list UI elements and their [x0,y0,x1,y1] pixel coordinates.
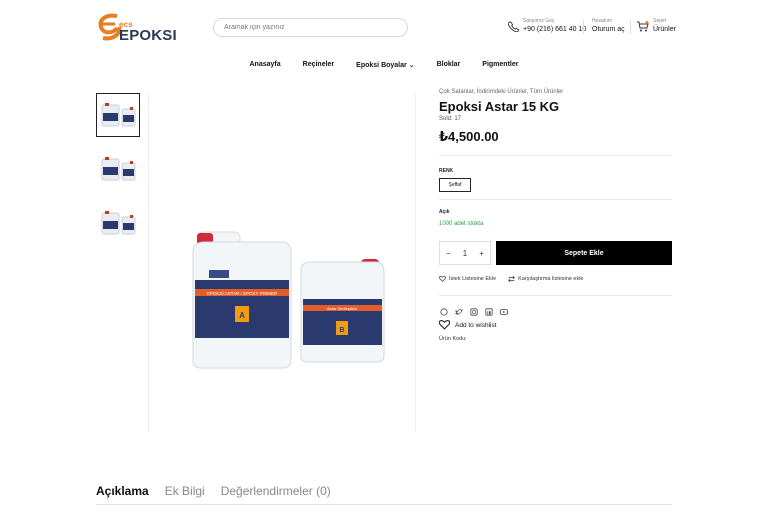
phone-contact[interactable]: Satışımız Geç +90 (216) 661 40 10 [508,18,586,35]
product-thumbnail-image [101,103,136,127]
cart-label: Sepet [653,18,667,24]
heart-icon [439,276,446,282]
whatsapp-icon[interactable] [439,307,448,316]
option-swatch-seffaf[interactable]: Şeffaf [439,178,471,192]
compare-action-label: Karşılaştırma listesine ekle [518,276,584,282]
tab-reviews[interactable]: Değerlendirmeler (0) [221,484,331,498]
main-product-image[interactable]: EPOKSİ ASTAR / EPOXY PRIMER A Astar Sert… [148,92,416,432]
linkedin-icon[interactable] [484,307,493,316]
product-tabs: Açıklama Ek Bilgi Değerlendirmeler (0) [96,484,331,498]
product-code: Ürün Kodu: [439,336,467,342]
quantity-increase-button[interactable]: + [479,249,484,258]
tabs-divider [96,504,672,505]
phone-number: +90 (216) 661 40 10 [523,26,587,33]
big-can-label: EPOKSİ ASTAR / EPOXY PRIMER [207,290,278,296]
option-label: RENK [439,168,454,174]
small-can-mark: B [339,327,344,334]
product-photo: EPOKSİ ASTAR / EPOXY PRIMER A Astar Sert… [192,231,385,369]
stock-status: 1000 adet stokta [439,221,484,227]
divider [439,295,672,296]
main-nav: Anasayfa Reçineler Epoksi Boyalar ⌄ Blok… [0,61,768,69]
social-share [439,307,508,316]
cart-icon [637,21,649,32]
thumbnail-2[interactable] [96,147,140,191]
phone-icon [508,21,519,32]
twitter-icon[interactable] [454,307,463,316]
nav-item-blocks[interactable]: Bloklar [437,61,461,69]
youtube-icon[interactable] [499,307,508,316]
product-thumbnail-image [101,211,136,235]
product-thumbnail-image [101,157,136,181]
big-can-mark: A [239,311,245,320]
tab-additional-info[interactable]: Ek Bilgi [165,484,205,498]
heart-icon [439,320,450,330]
divider [439,155,672,156]
add-to-wishlist-link[interactable]: Add to wishlist [439,320,497,330]
divider [439,199,672,200]
quantity-stepper: − 1 + [439,241,491,265]
nav-item-epoxy-paints[interactable]: Epoksi Boyalar ⌄ [356,61,414,69]
nav-item-pigments[interactable]: Pigmentler [482,61,518,69]
quantity-value[interactable]: 1 [463,249,467,258]
tab-description[interactable]: Açıklama [96,484,149,498]
nav-item-resins[interactable]: Reçineler [303,61,335,69]
thumbnail-3[interactable] [96,201,140,245]
header-divider [630,20,631,34]
header-divider [583,20,584,34]
cart-action: Ürünler [653,26,676,33]
compare-icon [508,276,515,282]
product-actions: İstek Listesine Ekle Karşılaştırma liste… [439,276,584,282]
sold-count: Sold: 17 [439,116,462,122]
account-link[interactable]: Hesabım Oturum aç [592,18,625,35]
quantity-decrease-button[interactable]: − [446,249,451,258]
stock-label: Açık [439,209,450,215]
add-to-wishlist-label: Add to wishlist [455,321,497,329]
account-label: Hesabım [592,18,613,24]
product-title: Epoksi Astar 15 KG [439,99,560,114]
brand-logo[interactable]: ecs EPOKSI [97,12,181,44]
thumbnail-1[interactable] [96,93,140,137]
compare-action[interactable]: Karşılaştırma listesine ekle [508,276,584,282]
small-can-label: Astar Sertleştirici [327,306,357,311]
product-price: ₺4,500.00 [439,129,499,144]
wishlist-action-label: İstek Listesine Ekle [449,276,497,282]
nav-item-home[interactable]: Anasayfa [250,61,281,69]
search-input[interactable] [213,18,408,37]
phone-label: Satışımız Geç [523,18,555,24]
account-action: Oturum aç [592,26,625,33]
brand-name: EPOKSI [119,27,177,44]
thumbnail-gallery [96,93,140,255]
wishlist-action[interactable]: İstek Listesine Ekle [439,276,496,282]
breadcrumb[interactable]: Çok Satanlar, İndirimdeki Ürünler, Tüm Ü… [439,89,563,95]
instagram-icon[interactable] [469,307,478,316]
cart-link[interactable]: Sepet Ürünler [637,18,676,35]
add-to-cart-button[interactable]: Sepete Ekle [496,241,672,265]
